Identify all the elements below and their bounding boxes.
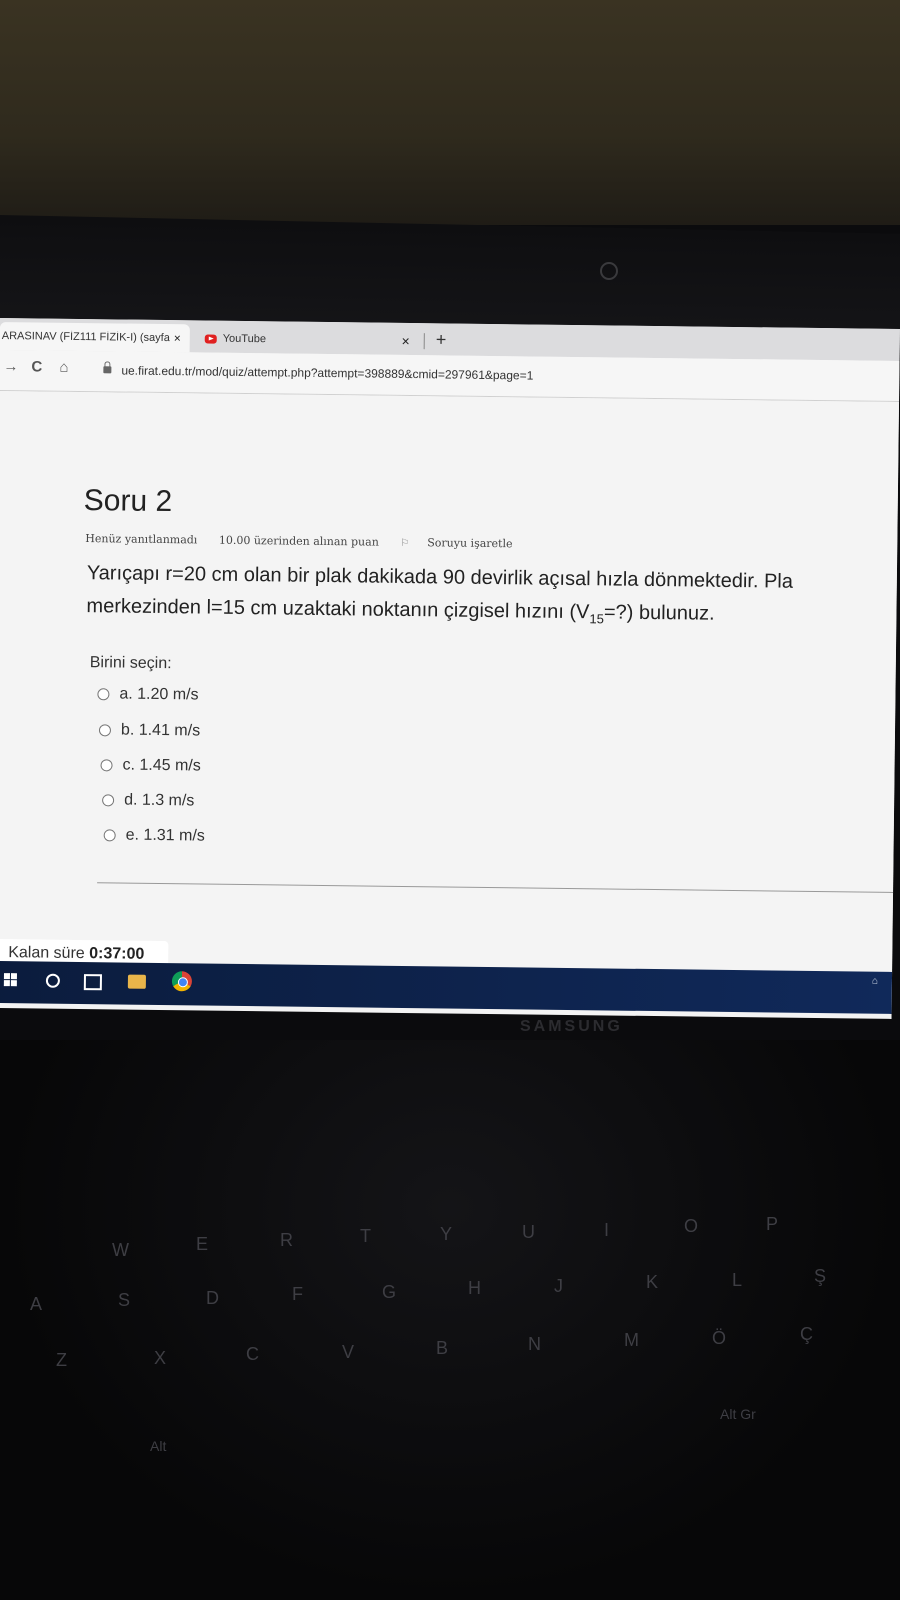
key: X: [154, 1348, 167, 1368]
key: P: [766, 1214, 779, 1234]
reload-icon[interactable]: C: [31, 358, 42, 375]
close-icon[interactable]: ×: [401, 333, 419, 349]
tab-youtube[interactable]: YouTube ×: [204, 325, 420, 356]
radio-button[interactable]: [103, 829, 116, 842]
key: W: [112, 1240, 129, 1260]
question-line-2a: merkezinden l=15 cm uzaktaki noktanın çi…: [86, 595, 590, 624]
key: Ş: [814, 1266, 827, 1286]
answer-option-c[interactable]: c. 1.45 m/s: [100, 756, 201, 775]
key: U: [522, 1222, 535, 1242]
timer-label: Kalan süre: [8, 944, 85, 963]
quiz-page: Soru 2 Henüz yanıtlanmadı 10.00 üzerinde…: [0, 390, 900, 972]
key: I: [604, 1220, 610, 1240]
chrome-icon[interactable]: [171, 971, 193, 992]
tab-title: ARASINAV (FİZ111 FİZİK-I) (sayfa: [1, 330, 170, 345]
key: M: [624, 1330, 639, 1350]
answer-option-e[interactable]: e. 1.31 m/s: [103, 826, 205, 845]
radio-button[interactable]: [102, 794, 115, 807]
subscript: 15: [589, 611, 604, 627]
option-label: e. 1.31 m/s: [125, 826, 205, 845]
key: C: [246, 1344, 259, 1364]
flag-question-link[interactable]: ⚐ Soruyu işaretle: [400, 536, 530, 551]
key: H: [468, 1278, 481, 1298]
key: Ç: [800, 1324, 813, 1344]
key: N: [528, 1334, 541, 1354]
answer-option-b[interactable]: b. 1.41 m/s: [98, 721, 201, 740]
question-status: Henüz yanıtlanmadı: [85, 532, 198, 547]
key: Ö: [712, 1328, 727, 1348]
key: R: [280, 1230, 293, 1250]
webcam-icon: [600, 262, 618, 280]
close-icon[interactable]: ×: [174, 331, 181, 345]
key: L: [732, 1270, 743, 1290]
key: D: [206, 1288, 219, 1308]
radio-button[interactable]: [100, 759, 113, 772]
key: E: [196, 1234, 209, 1254]
key: Alt Gr: [720, 1406, 756, 1422]
key: Z: [56, 1350, 67, 1370]
forward-icon[interactable]: →: [3, 358, 18, 375]
flag-label: Soruyu işaretle: [427, 536, 513, 551]
option-label: a. 1.20 m/s: [119, 685, 199, 704]
screen: ARASINAV (FİZ111 FİZİK-I) (sayfa × YouTu…: [0, 318, 900, 1019]
divider: [97, 882, 894, 893]
file-explorer-icon[interactable]: [127, 974, 146, 989]
new-tab-button[interactable]: +: [436, 329, 447, 350]
option-label: b. 1.41 m/s: [120, 721, 201, 740]
question-line-2b: =?) bulunuz.: [603, 601, 715, 625]
question-title: Soru 2: [83, 484, 173, 519]
windows-start-icon[interactable]: [3, 973, 18, 987]
search-icon[interactable]: [45, 973, 60, 988]
task-view-icon[interactable]: [83, 974, 102, 991]
answer-option-d[interactable]: d. 1.3 m/s: [102, 791, 194, 810]
answer-option-a[interactable]: a. 1.20 m/s: [97, 685, 199, 704]
radio-button[interactable]: [98, 724, 112, 737]
key: F: [292, 1284, 303, 1304]
youtube-icon: [204, 334, 217, 344]
key: O: [684, 1216, 699, 1236]
key: T: [360, 1226, 371, 1246]
key: Alt: [150, 1438, 167, 1454]
key: J: [554, 1276, 563, 1296]
monitor-brand-logo: SAMSUNG: [520, 1018, 623, 1035]
tab-separator: [423, 333, 425, 350]
keyboard: W E R T Y U I O P A S D F G H J K L Ş Z …: [0, 1040, 900, 1600]
key: K: [646, 1272, 659, 1292]
option-label: c. 1.45 m/s: [122, 756, 201, 775]
flag-icon: ⚐: [400, 537, 410, 550]
lock-icon: [103, 366, 112, 374]
question-text: Yarıçapı r=20 cm olan bir plak dakikada …: [86, 557, 887, 639]
timer-value: 0:37:00: [89, 945, 145, 963]
key: A: [30, 1294, 43, 1314]
key: V: [342, 1342, 355, 1362]
tab-title: YouTube: [222, 332, 267, 346]
key: B: [436, 1338, 449, 1358]
question-meta: Henüz yanıtlanmadı 10.00 üzerinden alına…: [85, 532, 548, 551]
answer-prompt: Birini seçin:: [89, 654, 172, 673]
tray-people-icon[interactable]: ⌂: [872, 976, 878, 987]
background-wall: [0, 0, 900, 225]
radio-button[interactable]: [97, 688, 110, 701]
key: S: [118, 1290, 131, 1310]
key: G: [382, 1282, 397, 1302]
home-icon[interactable]: ⌂: [59, 359, 68, 376]
key: Y: [440, 1224, 453, 1244]
url-field[interactable]: ue.firat.edu.tr/mod/quiz/attempt.php?att…: [121, 363, 533, 382]
option-label: d. 1.3 m/s: [124, 791, 195, 810]
question-points: 10.00 üzerinden alınan puan: [218, 533, 379, 549]
tab-quiz[interactable]: ARASINAV (FİZ111 FİZİK-I) (sayfa ×: [0, 321, 190, 353]
